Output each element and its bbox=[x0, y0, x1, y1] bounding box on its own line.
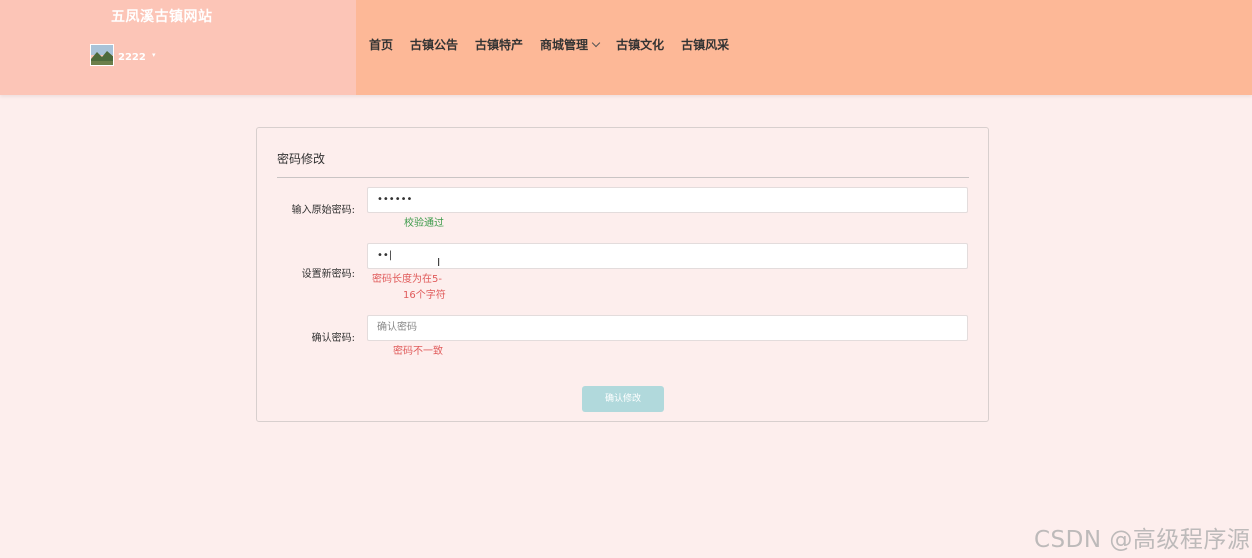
old-password-label: 输入原始密码: bbox=[291, 205, 355, 216]
avatar[interactable] bbox=[90, 44, 114, 66]
text-cursor-icon: I bbox=[437, 256, 441, 269]
confirm-password-message: 密码不一致 bbox=[393, 346, 443, 357]
avatar-landscape-icon bbox=[91, 45, 113, 65]
top-header: 五凤溪古镇网站 2222 ▾ 首页 古镇公告 古镇特产 商城管理 古镇文化 古镇… bbox=[0, 0, 1252, 95]
nav-announcements-label: 古镇公告 bbox=[410, 38, 459, 52]
chevron-down-icon bbox=[591, 38, 601, 48]
confirm-change-button[interactable]: 确认修改 bbox=[582, 386, 664, 412]
main-nav: 首页 古镇公告 古镇特产 商城管理 古镇文化 古镇风采 bbox=[369, 36, 746, 53]
title-divider bbox=[277, 177, 969, 178]
old-password-input[interactable]: •••••• bbox=[367, 187, 968, 213]
user-dropdown-icon[interactable]: ▾ bbox=[152, 51, 156, 59]
new-password-message-line2: 16个字符 bbox=[403, 290, 446, 301]
nav-culture-label: 古镇文化 bbox=[616, 38, 665, 52]
new-password-message-line1: 密码长度为在5- bbox=[372, 274, 442, 285]
new-password-label: 设置新密码: bbox=[301, 269, 355, 280]
nav-specialties-label: 古镇特产 bbox=[475, 38, 524, 52]
confirm-password-label: 确认密码: bbox=[311, 333, 355, 344]
new-password-input[interactable]: ••| bbox=[367, 243, 968, 269]
nav-mall-management-label: 商城管理 bbox=[540, 38, 589, 52]
brand-area: 五凤溪古镇网站 2222 ▾ bbox=[0, 0, 356, 95]
nav-mall-management[interactable]: 商城管理 bbox=[540, 36, 601, 53]
watermark: CSDN @高级程序源 bbox=[1034, 527, 1251, 553]
nav-home[interactable]: 首页 bbox=[369, 36, 393, 53]
nav-specialties[interactable]: 古镇特产 bbox=[475, 36, 523, 53]
nav-scenery-label: 古镇风采 bbox=[681, 38, 730, 52]
nav-culture[interactable]: 古镇文化 bbox=[616, 36, 664, 53]
nav-home-label: 首页 bbox=[369, 38, 394, 52]
nav-announcements[interactable]: 古镇公告 bbox=[410, 36, 458, 53]
username[interactable]: 2222 bbox=[118, 52, 146, 63]
old-password-message: 校验通过 bbox=[404, 218, 444, 229]
nav-scenery[interactable]: 古镇风采 bbox=[681, 36, 729, 53]
site-title: 五凤溪古镇网站 bbox=[111, 9, 213, 25]
confirm-password-input[interactable]: 确认密码 bbox=[367, 315, 968, 341]
card-title: 密码修改 bbox=[277, 152, 326, 166]
password-change-card: 密码修改 输入原始密码: •••••• 校验通过 设置新密码: ••| 密码长度… bbox=[256, 127, 989, 422]
